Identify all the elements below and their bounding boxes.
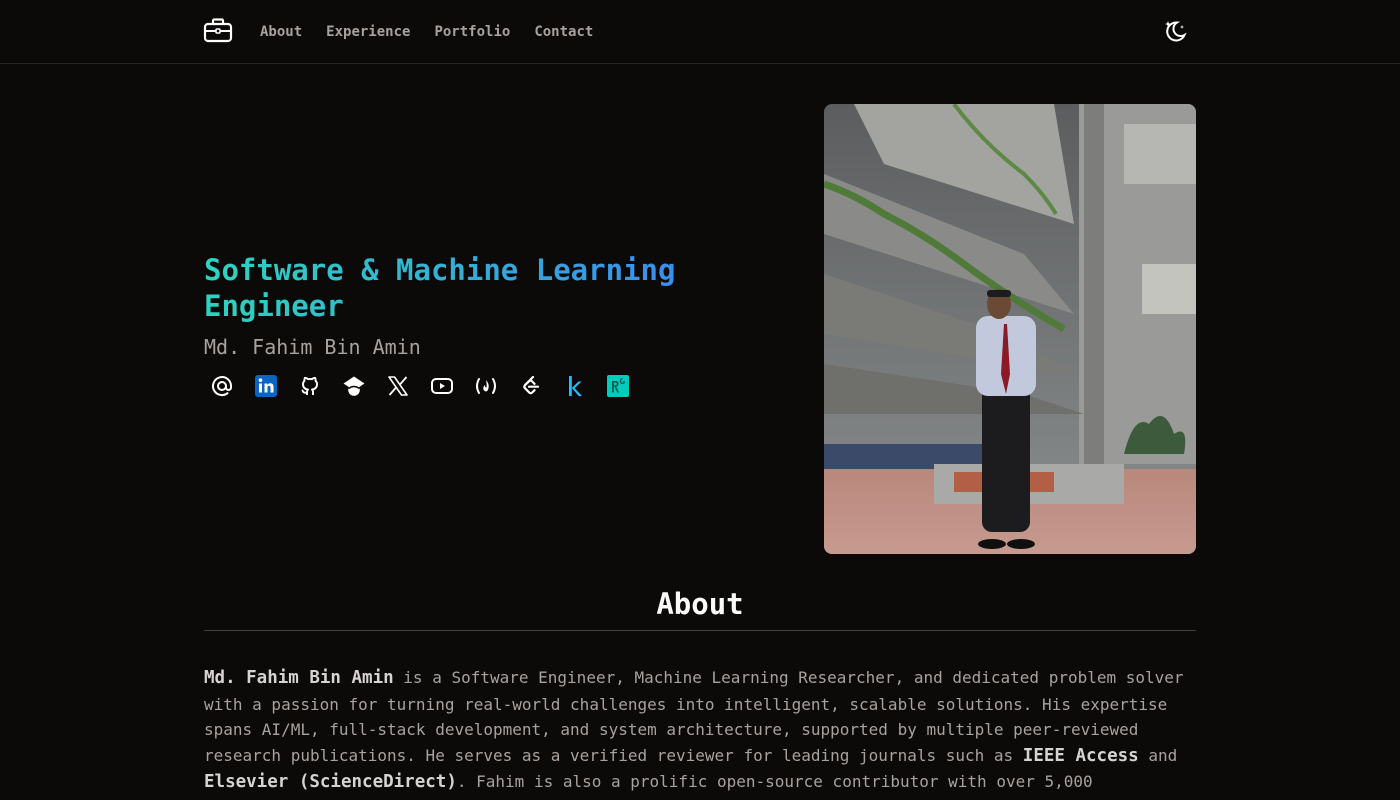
google-scholar-icon [343, 376, 365, 396]
linkedin-icon [255, 375, 277, 397]
about-paragraph: Md. Fahim Bin Amin is a Software Enginee… [204, 665, 1196, 796]
github-link[interactable] [298, 374, 322, 398]
nav-link-about[interactable]: About [260, 22, 302, 42]
linkedin-link[interactable] [254, 374, 278, 398]
nav-links: About Experience Portfolio Contact [260, 22, 593, 42]
nav-link-portfolio[interactable]: Portfolio [434, 22, 510, 42]
about-elsevier-bold: Elsevier (ScienceDirect) [204, 772, 457, 792]
hero-title: Software & Machine Learning Engineer [204, 252, 764, 324]
freecodecamp-link[interactable] [474, 374, 498, 398]
kaggle-icon [569, 376, 582, 396]
freecodecamp-icon [476, 378, 496, 394]
leetcode-link[interactable] [518, 374, 542, 398]
moon-stars-icon[interactable] [1162, 18, 1188, 44]
leetcode-icon [523, 375, 540, 395]
about-text-2: and [1138, 745, 1178, 765]
x-twitter-link[interactable] [386, 374, 410, 398]
email-link[interactable] [210, 374, 234, 398]
portrait-photo [824, 104, 1196, 554]
top-navbar: About Experience Portfolio Contact [0, 0, 1400, 64]
google-scholar-link[interactable] [342, 374, 366, 398]
kaggle-link[interactable] [562, 374, 586, 398]
about-heading: About [656, 587, 744, 621]
youtube-icon [431, 378, 453, 394]
hero-name: Md. Fahim Bin Amin [204, 335, 421, 359]
nav-link-contact[interactable]: Contact [534, 22, 593, 42]
youtube-link[interactable] [430, 374, 454, 398]
about-divider [204, 630, 1196, 631]
about-name-bold: Md. Fahim Bin Amin [204, 668, 394, 688]
social-links [210, 374, 630, 398]
portrait-photo-drawing [824, 104, 1196, 554]
nav-link-experience[interactable]: Experience [326, 22, 410, 42]
briefcase-icon[interactable] [203, 18, 233, 44]
researchgate-link[interactable] [606, 374, 630, 398]
github-icon [301, 376, 318, 395]
about-text-3: . Fahim is also a prolific open-source c… [456, 772, 1093, 791]
researchgate-icon [607, 375, 629, 397]
about-ieee-bold: IEEE Access [1022, 745, 1139, 766]
email-at-icon [212, 376, 232, 397]
x-twitter-icon [388, 376, 408, 396]
